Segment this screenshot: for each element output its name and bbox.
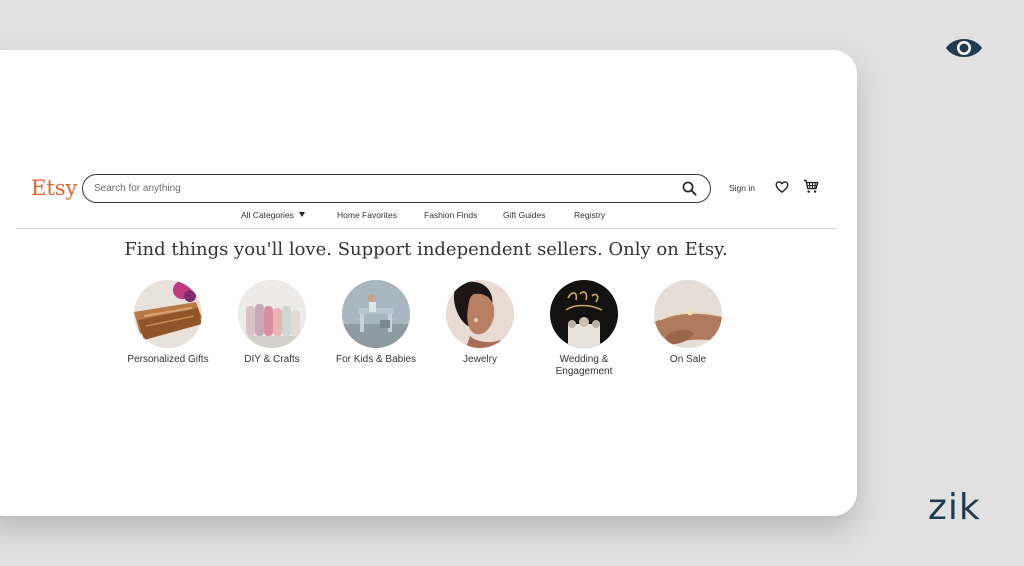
caret-down-icon: [298, 212, 305, 217]
nav-gift-guides[interactable]: Gift Guides: [503, 209, 546, 221]
search-bar: [82, 174, 711, 203]
nav-registry[interactable]: Registry: [574, 209, 605, 221]
search-icon[interactable]: [682, 181, 697, 196]
eye-icon: [946, 39, 982, 57]
nav-fashion-finds[interactable]: Fashion Finds: [424, 209, 477, 221]
fabric-rolls-photo: [238, 280, 306, 348]
category-on-sale[interactable]: On Sale: [636, 280, 740, 366]
category-jewelry[interactable]: Jewelry: [428, 280, 532, 366]
cart-icon[interactable]: [803, 179, 819, 194]
nav-all-categories[interactable]: All Categories: [241, 209, 305, 221]
category-kids-babies[interactable]: For Kids & Babies: [324, 280, 428, 366]
etsy-logo[interactable]: Etsy: [31, 174, 77, 202]
cutting-board-photo: [134, 280, 202, 348]
kids-room-photo: [342, 280, 410, 348]
category-diy-crafts[interactable]: DIY & Crafts: [220, 280, 324, 366]
sign-in-link[interactable]: Sign in: [729, 183, 755, 193]
tagline: Find things you'll love. Support indepen…: [124, 239, 728, 260]
browser-card: Etsy Sign in All Categories Home Favorit…: [0, 50, 857, 516]
zik-logo: zik: [928, 487, 981, 528]
bracelet-wrist-photo: [654, 280, 722, 348]
heart-icon[interactable]: [775, 180, 789, 194]
cake-topper-photo: [550, 280, 618, 348]
category-personalized-gifts[interactable]: Personalized Gifts: [116, 280, 220, 366]
earring-portrait-photo: [446, 280, 514, 348]
nav-home-favorites[interactable]: Home Favorites: [337, 209, 397, 221]
search-input[interactable]: [94, 180, 654, 197]
category-wedding-engagement[interactable]: Wedding & Engagement: [532, 280, 636, 378]
header-divider: [16, 228, 836, 229]
